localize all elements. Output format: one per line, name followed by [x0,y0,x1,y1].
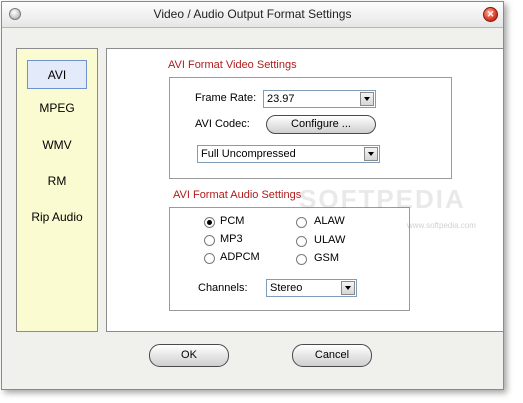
audio-section-title: AVI Format Audio Settings [173,189,302,201]
cancel-button[interactable]: Cancel [292,344,372,367]
dialog-window: Video / Audio Output Format Settings ✕ A… [1,1,504,390]
frame-rate-value: 23.97 [267,93,295,105]
chevron-down-icon[interactable] [360,92,374,106]
channels-select[interactable]: Stereo [266,279,357,297]
watermark-url: www.softpedia.com [407,221,476,230]
channels-value: Stereo [270,282,303,294]
mp3-label: MP3 [220,233,243,245]
configure-button-label: Configure ... [291,118,351,130]
radio-gsm[interactable] [296,254,307,265]
title-bar[interactable]: Video / Audio Output Format Settings ✕ [2,2,503,28]
video-settings-group: Frame Rate: 23.97 AVI Codec: Configure .… [169,77,452,179]
radio-mp3[interactable] [204,235,215,246]
radio-ulaw[interactable] [296,236,307,247]
chevron-down-icon[interactable] [341,281,355,295]
alaw-label: ALAW [314,215,345,227]
watermark-logo: SOFTPEDIA [299,184,466,214]
sidebar-item-mpeg[interactable]: MPEG [27,94,87,123]
pcm-label: PCM [220,215,245,227]
ok-button-label: OK [181,349,197,361]
chevron-down-icon[interactable] [364,147,378,161]
radio-adpcm[interactable] [204,253,215,264]
radio-alaw[interactable] [296,217,307,228]
format-sidebar: AVI MPEG WMV RM Rip Audio [16,48,98,332]
video-section-title: AVI Format Video Settings [168,59,297,71]
configure-button[interactable]: Configure ... [266,115,376,134]
gsm-label: GSM [314,252,340,264]
sidebar-item-avi[interactable]: AVI [27,60,87,89]
window-title: Video / Audio Output Format Settings [153,7,352,21]
codec-value: Full Uncompressed [201,148,296,160]
codec-select[interactable]: Full Uncompressed [197,145,380,163]
settings-panel: AVI Format Video Settings Frame Rate: 23… [106,48,504,332]
sidebar-item-wmv[interactable]: WMV [27,131,87,160]
ulaw-label: ULAW [314,234,346,246]
frame-rate-label: Frame Rate: [195,92,257,104]
adpcm-label: ADPCM [220,251,260,263]
avi-codec-label: AVI Codec: [195,118,250,130]
channels-label: Channels: [198,282,248,294]
radio-pcm[interactable] [204,217,215,228]
sidebar-item-rip-audio[interactable]: Rip Audio [27,203,87,232]
cancel-button-label: Cancel [314,349,350,361]
audio-settings-group: PCM ALAW MP3 ULAW ADPCM GSM Channels: St… [169,207,410,311]
ok-button[interactable]: OK [149,344,229,367]
close-icon[interactable]: ✕ [483,7,498,22]
sidebar-item-rm[interactable]: RM [27,167,87,196]
frame-rate-select[interactable]: 23.97 [263,90,376,108]
